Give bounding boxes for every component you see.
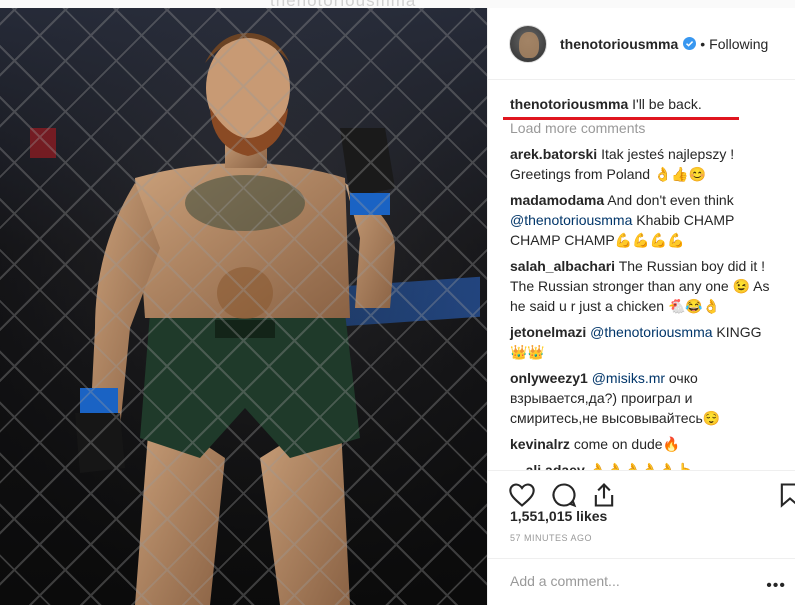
comment-username[interactable]: arek.batorski [510, 146, 597, 162]
cage-fence [0, 8, 487, 605]
avatar[interactable] [509, 24, 547, 63]
header-separator: • [700, 35, 706, 52]
post-sidebar: thenotoriousmma • Following thenotorious… [487, 8, 795, 605]
caption-highlight-underline [503, 117, 739, 120]
comment-item: jetonelmazi @thenotoriousmma KINGG 👑👑 [510, 322, 780, 362]
post-caption: thenotoriousmma I'll be back. [510, 94, 780, 114]
comment-text: 👌👌👌👌👌👆 [588, 462, 694, 470]
add-comment-bar: ••• [488, 558, 795, 605]
comment-item: onlyweezy1 @misiks.mr очко взрывается,да… [510, 368, 780, 428]
comment-item: kevinalrz come on dude🔥 [510, 434, 780, 454]
load-more-comments-button[interactable]: Load more comments [510, 120, 780, 136]
comment-username[interactable]: madamodama [510, 192, 604, 208]
comment-mention[interactable]: @misiks.mr [592, 370, 665, 386]
comment-text: And don't even think [607, 192, 734, 208]
share-icon[interactable] [590, 481, 618, 509]
comment-item: arek.batorski Itak jesteś najlepszy ! Gr… [510, 144, 780, 184]
more-options-icon[interactable]: ••• [766, 577, 786, 595]
comment-mention[interactable]: @thenotoriousmma [510, 212, 632, 228]
comment-item: salah_albachari The Russian boy did it !… [510, 256, 780, 316]
comment-input[interactable] [510, 571, 760, 591]
caption-text: I'll be back. [632, 96, 702, 112]
heart-icon[interactable] [508, 481, 536, 509]
comment-username[interactable]: onlyweezy1 [510, 370, 588, 386]
comment-username[interactable]: jetonelmazi [510, 324, 586, 340]
post-photo[interactable] [0, 8, 487, 605]
comment-item: madamodama And don't even think @thenoto… [510, 190, 780, 250]
header-username[interactable]: thenotoriousmma [560, 36, 678, 52]
verified-badge-icon [683, 37, 697, 50]
comment-icon[interactable] [550, 481, 578, 509]
top-strip: thenotoriousmma [0, 0, 795, 10]
follow-status-button[interactable]: Following [709, 36, 768, 52]
comment-username[interactable]: salah_albachari [510, 258, 615, 274]
caption-username[interactable]: thenotoriousmma [510, 96, 628, 112]
comments-list: thenotoriousmma I'll be back. Load more … [488, 80, 795, 470]
post-header: thenotoriousmma • Following [488, 8, 795, 80]
comment-username[interactable]: __ali.adaev [510, 462, 585, 470]
comment-mention[interactable]: @thenotoriousmma [590, 324, 712, 340]
comment-username[interactable]: kevinalrz [510, 436, 570, 452]
likes-count[interactable]: 1,551,015 likes [510, 508, 607, 524]
bookmark-icon[interactable] [776, 481, 795, 509]
post-timestamp[interactable]: 57 MINUTES AGO [510, 533, 592, 543]
comment-item: __ali.adaev 👌👌👌👌👌👆 [510, 460, 780, 470]
comment-text: come on dude🔥 [573, 436, 680, 452]
